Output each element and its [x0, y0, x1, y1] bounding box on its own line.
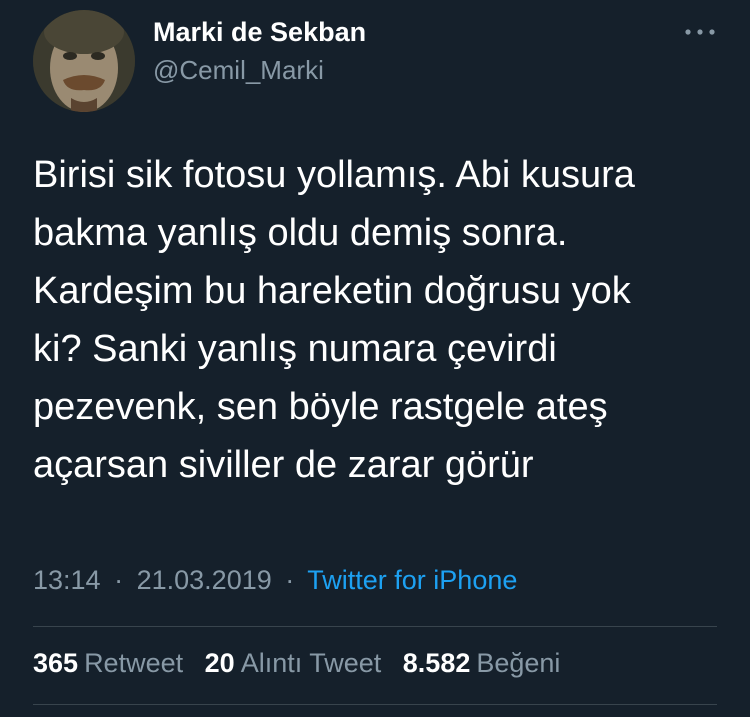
quotes-stat[interactable]: 20 Alıntı Tweet	[205, 648, 382, 679]
likes-label: Beğeni	[476, 648, 561, 678]
tweet-time[interactable]: 13:14	[33, 565, 101, 595]
retweets-count: 365	[33, 648, 79, 678]
likes-count: 8.582	[402, 648, 471, 678]
user-handle[interactable]: @Cemil_Marki	[153, 55, 324, 86]
tweet-stats: 365 Retweet 20 Alıntı Tweet 8.582 Beğeni	[33, 648, 574, 679]
tweet-text-line: pezevenk, sen böyle rastgele ateş	[33, 386, 608, 428]
retweets-label: Retweet	[84, 648, 184, 678]
retweets-stat[interactable]: 365 Retweet	[33, 648, 183, 679]
quotes-count: 20	[204, 648, 235, 678]
avatar[interactable]	[33, 10, 135, 112]
tweet-text-line: açarsan siviller de zarar görür	[33, 444, 534, 486]
profile-photo-icon	[33, 10, 135, 112]
divider	[33, 704, 717, 705]
meta-separator: ·	[114, 565, 124, 595]
quotes-label: Alıntı Tweet	[240, 648, 382, 678]
meta-separator: ·	[285, 565, 295, 595]
tweet-text: Birisi sik fotosu yollamış. Abi kusura b…	[33, 146, 733, 494]
tweet-text-line: ki? Sanki yanlış numara çevirdi	[33, 328, 557, 370]
tweet-date[interactable]: 21.03.2019	[137, 565, 272, 595]
likes-stat[interactable]: 8.582 Beğeni	[403, 648, 561, 679]
tweet-source-link[interactable]: Twitter for iPhone	[307, 565, 517, 595]
more-options-icon[interactable]	[682, 22, 718, 42]
tweet-meta: 13:14 · 21.03.2019 · Twitter for iPhone	[33, 565, 517, 596]
tweet-text-line: Kardeşim bu hareketin doğrusu yok	[33, 270, 631, 312]
tweet-text-line: Birisi sik fotosu yollamış. Abi kusura	[33, 154, 635, 196]
display-name[interactable]: Marki de Sekban	[153, 17, 366, 48]
divider	[33, 626, 717, 627]
tweet-text-line: bakma yanlış oldu demiş sonra.	[33, 212, 568, 254]
